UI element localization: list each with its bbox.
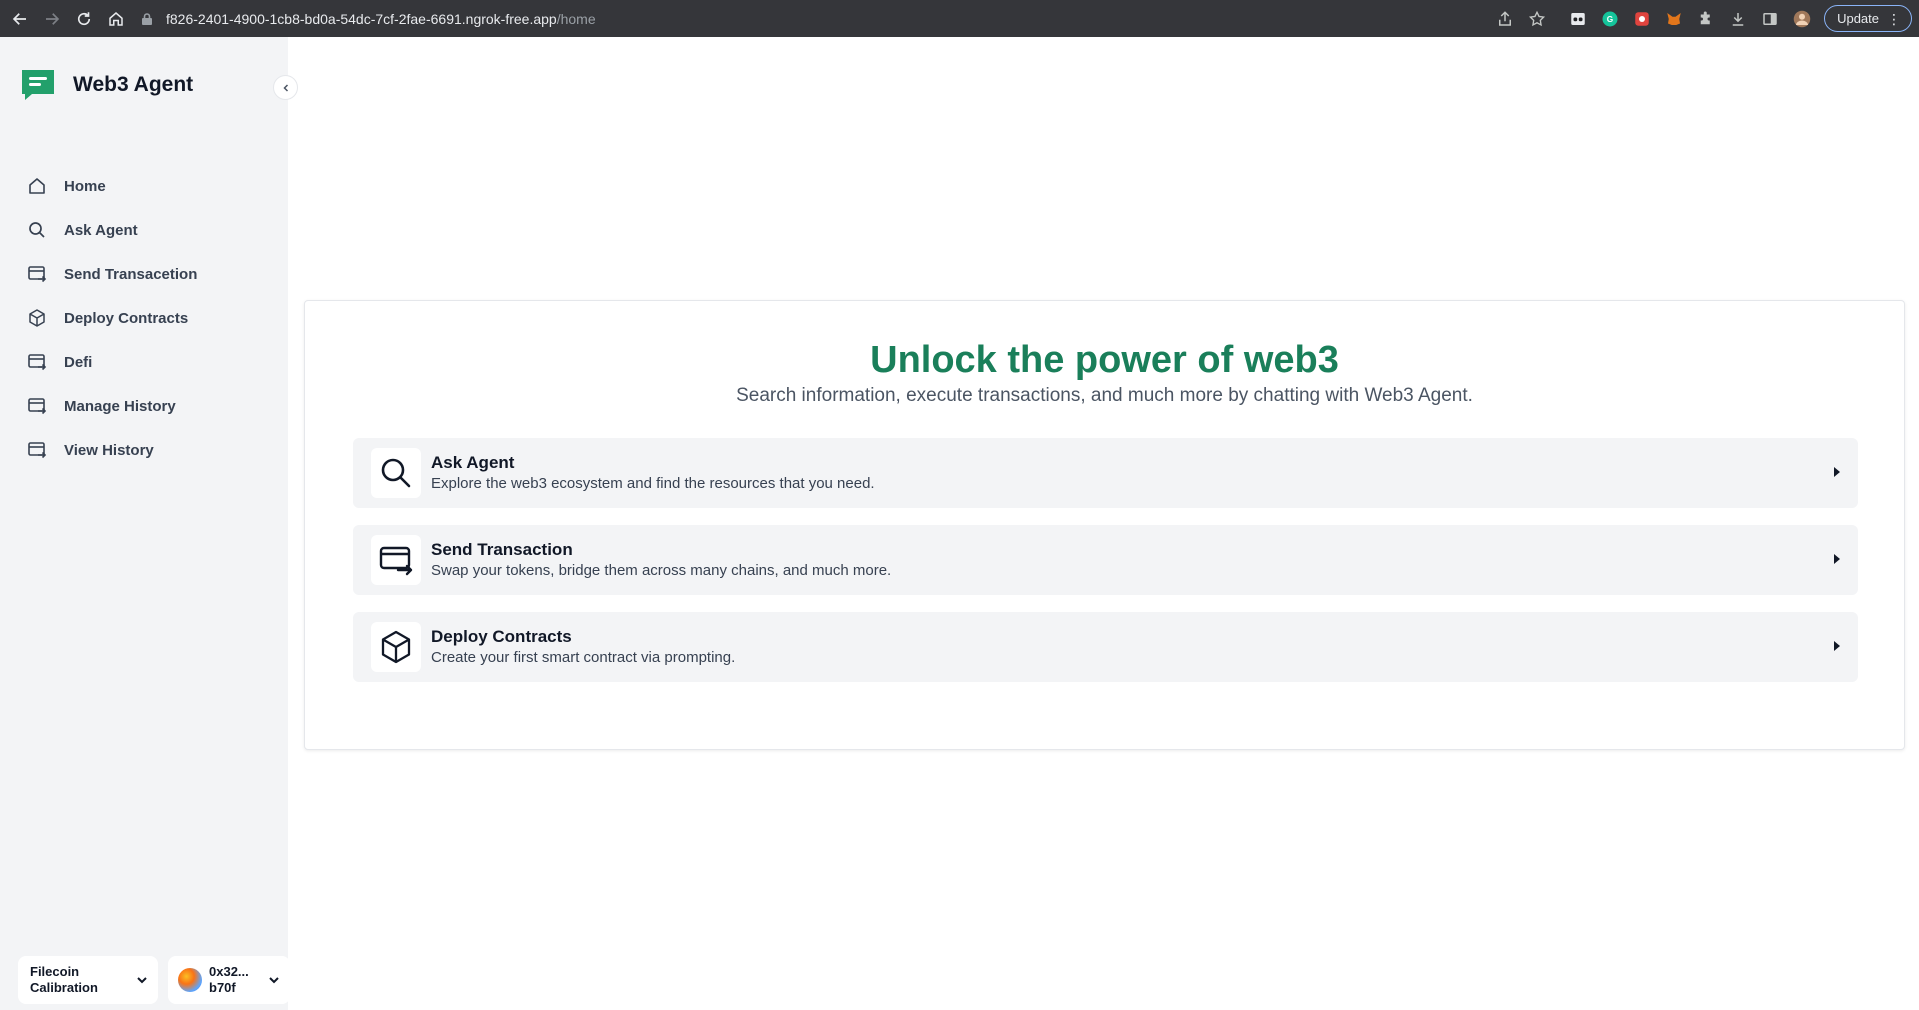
url-path: /home <box>556 10 596 27</box>
sidebar-item-label: Ask Agent <box>64 221 138 239</box>
option-title: Deploy Contracts <box>431 627 572 646</box>
lock-icon[interactable] <box>140 12 154 26</box>
update-button[interactable]: Update ⋮ <box>1824 5 1912 32</box>
hero-title: Unlock the power of web3 <box>870 339 1339 381</box>
option-send-transaction[interactable]: Send Transaction Swap your tokens, bridg… <box>353 525 1858 595</box>
sidebar-item-label: Deploy Contracts <box>64 309 189 327</box>
option-title: Ask Agent <box>431 453 515 472</box>
sidebar-item-label: Send Transacetion <box>64 265 198 283</box>
sidebar-item-defi[interactable]: Defi <box>27 340 267 384</box>
network-name-line2: Calibration <box>30 980 98 995</box>
option-title: Send Transaction <box>431 540 573 559</box>
sidebar-item-label: Defi <box>64 353 93 371</box>
search-icon <box>29 222 45 238</box>
forward-icon[interactable] <box>40 7 64 31</box>
bookmark-star-icon[interactable] <box>1526 8 1548 30</box>
sidebar: Web3 Agent Home Ask Agent Send Transacet… <box>0 37 298 1010</box>
back-icon[interactable] <box>8 7 32 31</box>
hero-subtitle: Search information, execute transactions… <box>736 385 1473 406</box>
caret-right-icon <box>1834 467 1840 477</box>
chevron-down-icon <box>137 977 147 984</box>
home-icon <box>29 178 45 194</box>
sidebar-item-manage-history[interactable]: Manage History <box>27 384 267 428</box>
sidebar-item-label: Home <box>64 177 106 195</box>
network-select[interactable]: Filecoin Calibration <box>18 956 158 1004</box>
caret-right-icon <box>1834 641 1840 651</box>
home-icon[interactable] <box>104 7 128 31</box>
address-bar[interactable]: f826-2401-4900-1cb8-bd0a-54dc-7cf-2fae-6… <box>140 6 1550 31</box>
sidebar-item-view-history[interactable]: View History <box>27 428 267 472</box>
card-transfer-icon <box>28 398 47 415</box>
reload-icon[interactable] <box>72 7 96 31</box>
chevron-left-icon <box>282 83 288 92</box>
download-icon[interactable] <box>1727 8 1749 30</box>
cube-icon <box>371 622 421 672</box>
card-transfer-icon <box>28 266 47 283</box>
account-avatar <box>178 968 202 992</box>
extension-red-icon[interactable] <box>1631 8 1653 30</box>
profile-avatar-icon[interactable] <box>1791 8 1813 30</box>
chevron-down-icon <box>269 977 279 984</box>
account-select[interactable]: 0x32... b70f <box>168 956 290 1004</box>
cube-icon <box>29 309 45 327</box>
grammarly-icon[interactable]: G <box>1599 8 1621 30</box>
sidebar-item-deploy-contracts[interactable]: Deploy Contracts <box>27 296 267 340</box>
brand-name: Web3 Agent <box>73 73 194 96</box>
caret-right-icon <box>1834 554 1840 564</box>
network-label: Filecoin Calibration <box>30 964 130 996</box>
share-icon[interactable] <box>1494 8 1516 30</box>
sidebar-nav: Home Ask Agent Send Transacetion Deploy … <box>27 164 267 472</box>
sidebar-item-send-transaction[interactable]: Send Transacetion <box>27 252 267 296</box>
card-transfer-icon <box>371 535 421 585</box>
option-description: Explore the web3 ecosystem and find the … <box>431 475 875 492</box>
option-deploy-contracts[interactable]: Deploy Contracts Create your first smart… <box>353 612 1858 682</box>
account-label: 0x32... b70f <box>209 964 269 996</box>
more-menu-icon[interactable]: ⋮ <box>1887 12 1901 26</box>
sidebar-item-label: Manage History <box>64 397 176 415</box>
collapse-sidebar-button[interactable] <box>273 75 298 100</box>
svg-text:G: G <box>1607 15 1613 24</box>
account-address-line2: b70f <box>209 980 236 995</box>
option-description: Swap your tokens, bridge them across man… <box>431 562 892 579</box>
card-transfer-icon <box>28 442 47 459</box>
sidebar-item-label: View History <box>64 441 154 459</box>
search-icon <box>371 448 421 498</box>
account-address-line1: 0x32... <box>209 964 249 979</box>
option-description: Create your first smart contract via pro… <box>431 649 736 666</box>
sidebar-item-home[interactable]: Home <box>27 164 267 208</box>
update-label: Update <box>1837 11 1879 26</box>
sidebar-item-ask-agent[interactable]: Ask Agent <box>27 208 267 252</box>
browser-toolbar: f826-2401-4900-1cb8-bd0a-54dc-7cf-2fae-6… <box>0 0 1919 37</box>
puzzle-icon[interactable] <box>1695 8 1717 30</box>
metamask-icon[interactable] <box>1663 8 1685 30</box>
url-host: f826-2401-4900-1cb8-bd0a-54dc-7cf-2fae-6… <box>166 10 557 27</box>
option-ask-agent[interactable]: Ask Agent Explore the web3 ecosystem and… <box>353 438 1858 508</box>
brand[interactable]: Web3 Agent <box>20 67 193 103</box>
welcome-card: Unlock the power of web3 Search informat… <box>304 300 1905 750</box>
extension-reader-icon[interactable] <box>1567 8 1589 30</box>
network-name-line1: Filecoin <box>30 964 80 979</box>
chat-logo-icon <box>22 70 54 100</box>
card-transfer-icon <box>28 354 47 371</box>
side-panel-icon[interactable] <box>1759 8 1781 30</box>
